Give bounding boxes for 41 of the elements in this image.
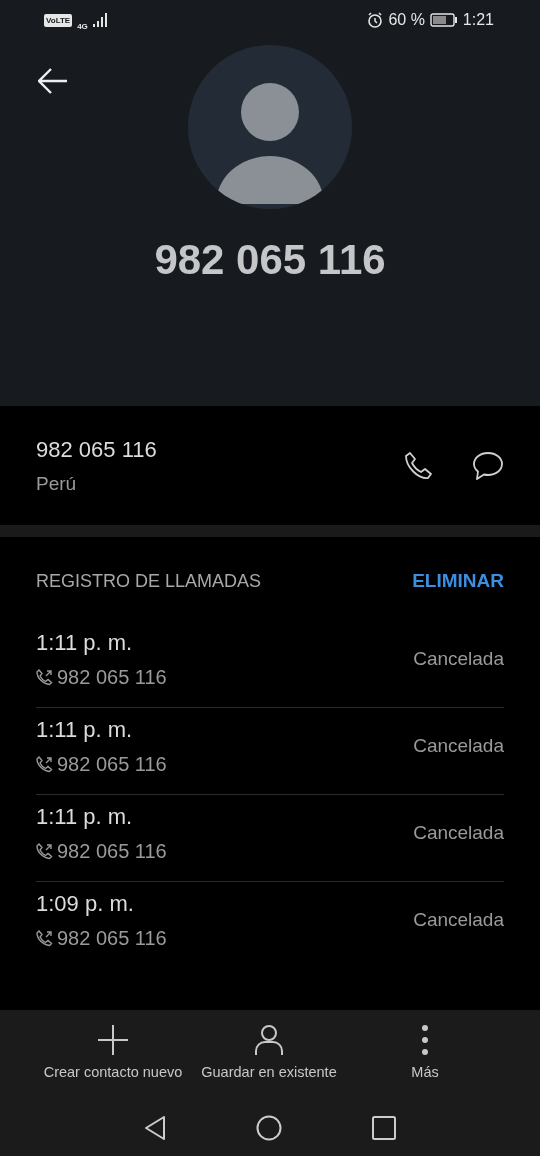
signal-icon	[92, 13, 107, 27]
call-status: Cancelada	[413, 648, 504, 670]
call-time: 1:11 p. m.	[36, 716, 134, 743]
outgoing-call-icon	[36, 668, 53, 686]
call-status: Cancelada	[413, 909, 504, 931]
recents-nav-icon[interactable]	[372, 1116, 396, 1140]
battery-percent: 60 %	[388, 11, 425, 29]
network-type: 4G	[77, 21, 88, 31]
person-icon	[254, 1024, 284, 1056]
action-button[interactable]: Más	[352, 1024, 498, 1100]
battery-icon	[429, 13, 458, 27]
call-number: 982 065 116	[57, 752, 167, 776]
more-icon	[421, 1024, 429, 1056]
avatar-icon	[187, 44, 353, 210]
call-time: 1:09 p. m.	[36, 890, 135, 917]
back-arrow-icon[interactable]	[38, 68, 68, 94]
outgoing-call-icon	[36, 842, 53, 860]
call-number: 982 065 116	[57, 926, 167, 950]
add-icon	[97, 1024, 129, 1056]
alarm-icon	[367, 12, 384, 28]
call-time: 1:11 p. m.	[36, 629, 134, 656]
message-icon[interactable]	[472, 450, 504, 481]
delete-link[interactable]: ELIMINAR	[412, 570, 504, 592]
outgoing-call-icon	[36, 929, 53, 947]
phone-number: 982 065 116	[36, 436, 157, 463]
clock-time: 1:21	[462, 11, 494, 29]
volte-badge: VoLTE	[44, 13, 73, 27]
action-button[interactable]: Crear contacto nuevo	[40, 1024, 186, 1100]
call-number: 982 065 116	[57, 665, 167, 689]
call-status: Cancelada	[413, 822, 504, 844]
call-time: 1:11 p. m.	[36, 803, 134, 830]
home-nav-icon[interactable]	[256, 1115, 282, 1141]
section-title: REGISTRO DE LLAMADAS	[36, 570, 262, 592]
action-button[interactable]: Guardar en existente	[186, 1024, 352, 1100]
phone-icon[interactable]	[404, 450, 434, 481]
number-location: Perú	[36, 472, 78, 495]
call-number: 982 065 116	[57, 839, 167, 863]
back-nav-icon[interactable]	[144, 1115, 166, 1141]
call-status: Cancelada	[413, 735, 504, 757]
contact-number: 982 065 116	[153, 236, 387, 284]
outgoing-call-icon	[36, 755, 53, 773]
